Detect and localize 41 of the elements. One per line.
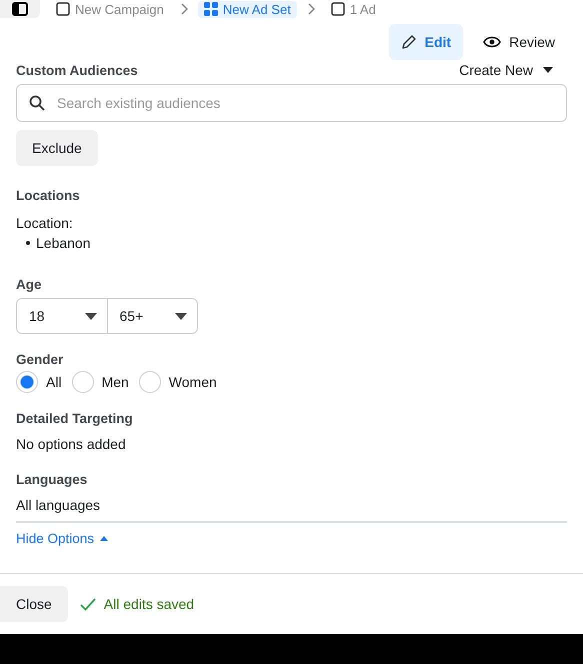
- section-title: Detailed Targeting: [16, 411, 134, 426]
- mode-tab[interactable]: Review: [471, 24, 567, 60]
- chevron-icon: [306, 3, 315, 15]
- caret-icon: [543, 67, 553, 73]
- caret-icon: [84, 312, 96, 320]
- mode-tab[interactable]: Edit: [388, 24, 464, 60]
- section-title: Languages: [16, 472, 88, 487]
- caret-up-icon: [100, 536, 108, 541]
- gender-radio[interactable]: Women: [138, 371, 217, 393]
- hide-options-link[interactable]: Hide Options: [16, 531, 108, 546]
- section-title: Locations: [16, 188, 81, 203]
- gender-radio[interactable]: Men: [72, 371, 129, 393]
- eye-icon: [483, 36, 502, 48]
- section-title: Custom Audiences: [16, 62, 138, 78]
- location-label: Location:: [15, 215, 74, 231]
- breadcrumb-item[interactable]: New Campaign: [50, 0, 170, 18]
- pencil-icon: [400, 34, 417, 50]
- square-icon: [330, 2, 345, 16]
- square-icon: [56, 2, 70, 16]
- grid-icon: [204, 2, 218, 16]
- age-max-dropdown[interactable]: 65+: [106, 299, 197, 333]
- age-min-dropdown[interactable]: 18: [17, 299, 106, 333]
- gender-radio[interactable]: All: [16, 371, 62, 393]
- check-icon: [80, 598, 96, 610]
- breadcrumb-item[interactable]: 1 Ad: [324, 0, 382, 18]
- search-icon: [29, 95, 45, 111]
- panel-toggle-button[interactable]: [0, 0, 40, 18]
- sidebar-icon: [12, 2, 28, 16]
- targeting-value: No options added: [15, 436, 127, 452]
- search-field[interactable]: Search existing audiences: [16, 84, 567, 122]
- section-title: Age: [16, 277, 43, 292]
- location-item: Lebanon: [0, 235, 583, 251]
- chevron-icon: [180, 3, 188, 15]
- caret-icon: [175, 312, 187, 320]
- save-status: All edits saved: [104, 596, 194, 612]
- close-button[interactable]: Close: [0, 586, 68, 622]
- section-title: Gender: [16, 352, 64, 367]
- create-new-dropdown[interactable]: Create New: [459, 62, 567, 78]
- exclude-button[interactable]: Exclude: [16, 130, 98, 166]
- breadcrumb-item[interactable]: New Ad Set: [198, 0, 297, 18]
- languages-value: All languages: [15, 497, 102, 513]
